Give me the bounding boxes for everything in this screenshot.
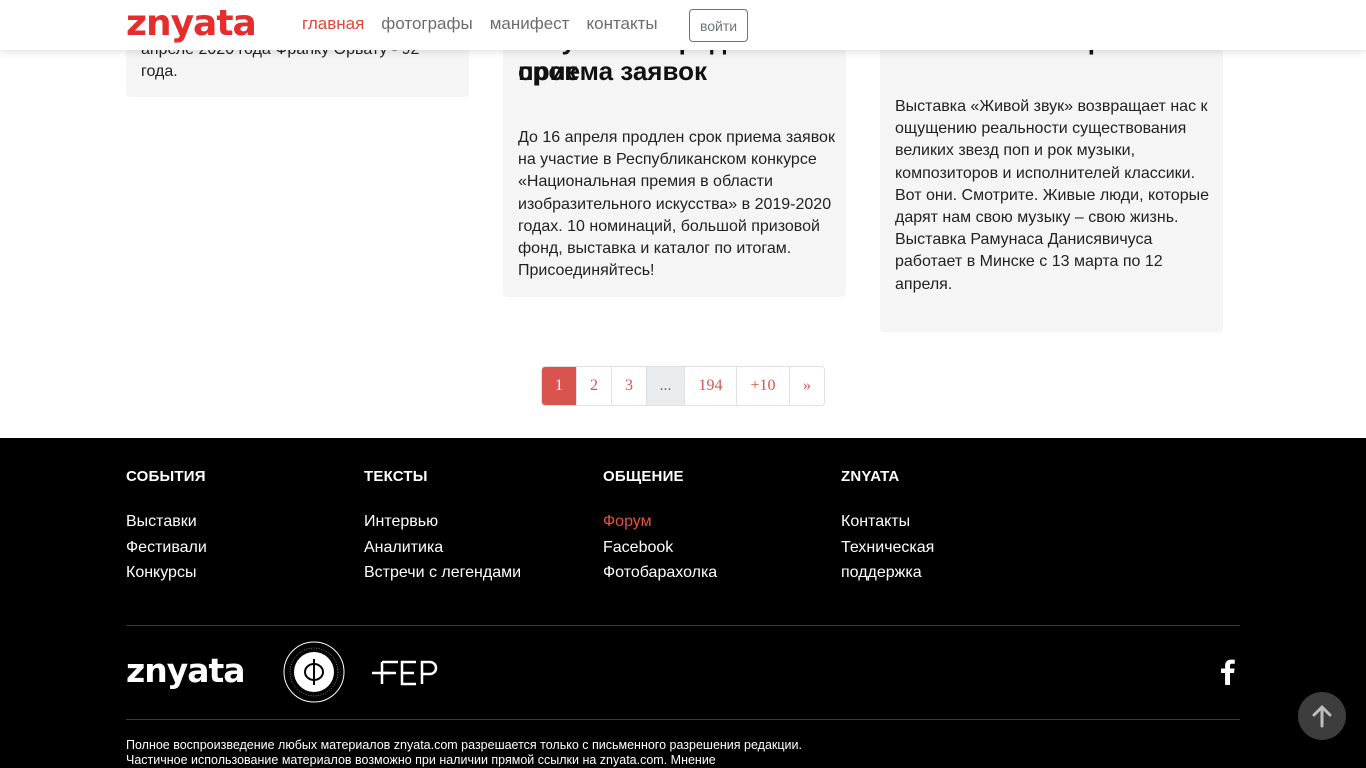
- site-footer: СОБЫТИЯ Выставки Фестивали Конкурсы ТЕКС…: [0, 438, 1366, 768]
- photographers-union-seal-icon[interactable]: [283, 641, 345, 703]
- page-3-link[interactable]: 3: [612, 367, 647, 405]
- footer-divider: [126, 719, 1240, 720]
- footer-link-interviews[interactable]: Интервью: [364, 509, 521, 535]
- footer-link-legends[interactable]: Встречи с легендами: [364, 560, 521, 586]
- page-194-link[interactable]: 194: [685, 367, 737, 405]
- site-header: znyata главная фотографы манифест контак…: [0, 0, 1366, 50]
- pagination-ellipsis: ...: [647, 367, 685, 405]
- main-nav: главная фотографы манифест контакты: [302, 13, 658, 35]
- site-logo[interactable]: znyata: [126, 2, 257, 46]
- copyright-text: Полное воспроизведение любых материалов …: [126, 738, 802, 767]
- nav-home-link[interactable]: главная: [302, 13, 364, 35]
- footer-heading: ОБЩЕНИЕ: [603, 468, 684, 485]
- footer-link-exhibitions[interactable]: Выставки: [126, 509, 207, 535]
- nav-contacts-link[interactable]: контакты: [586, 13, 657, 35]
- nav-photographers-link[interactable]: фотографы: [381, 13, 472, 35]
- news-card-description: До 16 апреля продлен срок приема заявок …: [518, 129, 835, 280]
- footer-column-events: СОБЫТИЯ Выставки Фестивали Конкурсы: [126, 468, 207, 586]
- footer-link-forum[interactable]: Форум: [603, 509, 717, 535]
- footer-logo[interactable]: znyata: [126, 651, 246, 691]
- next-page-link[interactable]: »: [790, 367, 824, 405]
- footer-link-tech-support[interactable]: Техническая поддержка: [841, 535, 961, 586]
- page-1-link[interactable]: 1: [542, 367, 577, 405]
- footer-link-flea-market[interactable]: Фотобарахолка: [603, 560, 717, 586]
- footer-link-contests[interactable]: Конкурсы: [126, 560, 207, 586]
- footer-link-contacts[interactable]: Контакты: [841, 509, 961, 535]
- footer-heading: ZNYATA: [841, 468, 900, 485]
- pagination: 1 2 3 ... 194 +10 »: [541, 366, 825, 406]
- footer-heading: ТЕКСТЫ: [364, 468, 428, 485]
- footer-link-analytics[interactable]: Аналитика: [364, 535, 521, 561]
- news-card-title-line: приема заявок: [518, 56, 708, 86]
- footer-column-community: ОБЩЕНИЕ Форум Facebook Фотобарахолка: [603, 468, 717, 586]
- footer-link-festivals[interactable]: Фестивали: [126, 535, 207, 561]
- news-card-description: Выставка «Живой звук» возвращает нас к о…: [895, 98, 1210, 293]
- page-2-link[interactable]: 2: [577, 367, 612, 405]
- login-button[interactable]: войти: [689, 9, 748, 42]
- footer-divider: [126, 625, 1240, 626]
- page-plus-10-link[interactable]: +10: [737, 367, 790, 405]
- facebook-icon[interactable]: [1218, 659, 1238, 685]
- footer-column-znyata: ZNYATA Контакты Техническая поддержка: [841, 468, 961, 586]
- footer-link-facebook[interactable]: Facebook: [603, 535, 717, 561]
- scroll-to-top-button[interactable]: [1298, 692, 1346, 740]
- nav-manifest-link[interactable]: манифест: [490, 13, 570, 35]
- footer-column-texts: ТЕКСТЫ Интервью Аналитика Встречи с леге…: [364, 468, 521, 586]
- arrow-up-icon: [1312, 705, 1332, 728]
- fep-logo-icon[interactable]: [370, 656, 440, 690]
- footer-heading: СОБЫТИЯ: [126, 468, 206, 485]
